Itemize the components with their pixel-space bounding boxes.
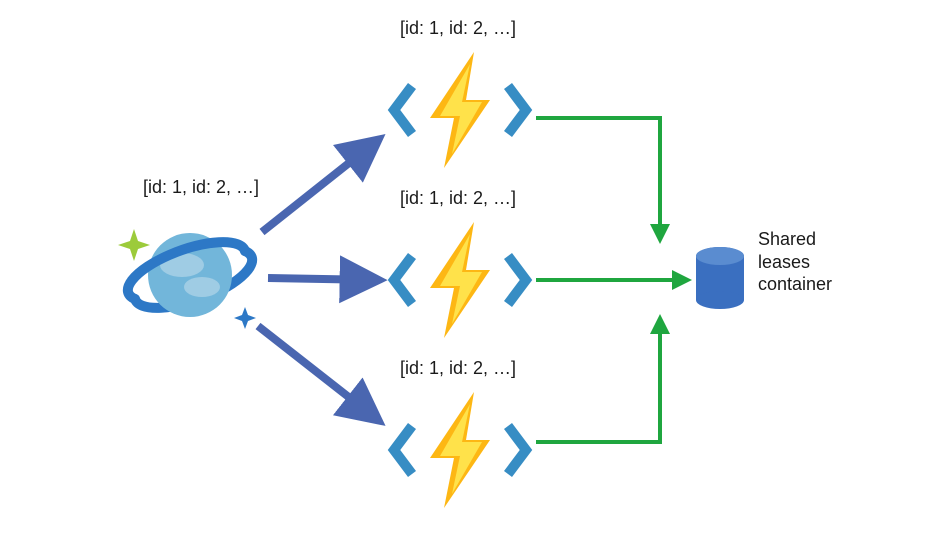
database-icon xyxy=(696,247,744,309)
fn3-data-label: [id: 1, id: 2, …] xyxy=(400,358,516,379)
cosmos-db-icon xyxy=(118,229,256,329)
database-label: Sharedleasescontainer xyxy=(758,228,832,296)
azure-function-icon xyxy=(394,52,526,168)
source-data-label: [id: 1, id: 2, …] xyxy=(143,177,259,198)
arrow-source-to-fn1 xyxy=(262,140,378,232)
fn1-data-label: [id: 1, id: 2, …] xyxy=(400,18,516,39)
arrow-fn3-to-db xyxy=(536,318,660,442)
arrow-source-to-fn3 xyxy=(258,326,378,420)
arrow-source-to-fn2 xyxy=(268,278,378,280)
fn2-data-label: [id: 1, id: 2, …] xyxy=(400,188,516,209)
azure-function-icon xyxy=(394,222,526,338)
azure-function-icon xyxy=(394,392,526,508)
arrow-fn1-to-db xyxy=(536,118,660,240)
